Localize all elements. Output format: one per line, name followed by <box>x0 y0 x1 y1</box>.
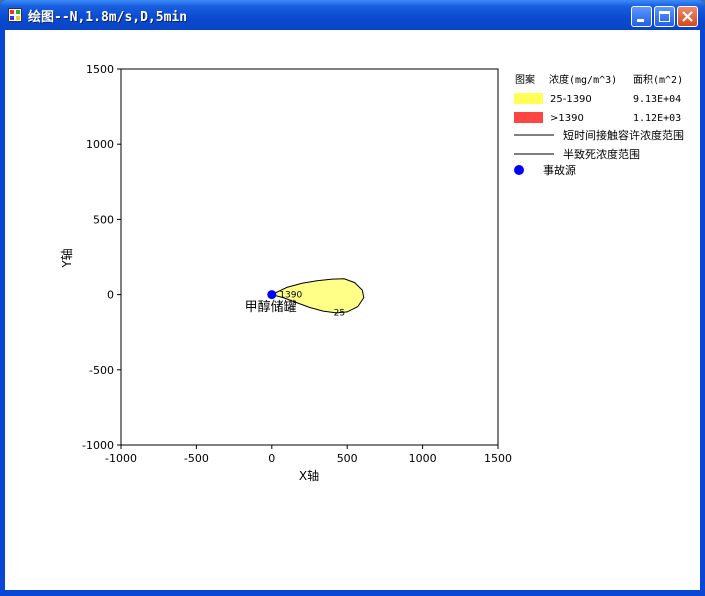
maximize-button[interactable] <box>654 6 675 27</box>
legend: 图案 浓度(mg/m^3) 面积(m^2) 25-1390 9.13E+04 >… <box>514 73 684 177</box>
legend-swatch-yellow <box>514 93 543 104</box>
legend-header-symbol: 图案 <box>515 73 535 86</box>
close-button[interactable] <box>677 6 698 27</box>
x-axis-label: X轴 <box>299 468 319 483</box>
contour-label-1390: 1390 <box>279 291 302 301</box>
x-axis-ticks: -1000 -500 0 500 1000 1500 <box>105 445 512 465</box>
plot-canvas: 1390 25 甲醇储罐 -1000 -500 0 500 1000 1500 15001… <box>59 63 684 483</box>
x-tick-label: 1000 <box>409 452 437 465</box>
close-icon <box>682 11 693 22</box>
legend-row-2-area: 1.12E+03 <box>633 113 681 124</box>
legend-line-1-label: 短时间接触容许浓度范围 <box>563 128 684 142</box>
legend-source-label: 事故源 <box>543 163 576 177</box>
y-tick-label: 1000 <box>86 138 114 151</box>
app-window-icon <box>8 8 22 22</box>
maximize-icon <box>659 11 670 22</box>
y-tick-label: -1000 <box>82 439 114 452</box>
x-tick-label: 500 <box>337 452 358 465</box>
legend-header-conc: 浓度(mg/m^3) <box>549 73 617 86</box>
x-tick-label: -1000 <box>105 452 137 465</box>
y-tick-label: 0 <box>107 289 114 302</box>
minimize-icon <box>637 19 644 22</box>
y-axis-ticks: 1500 1000 500 0 -500 -1000 <box>82 63 121 452</box>
client-area: 1390 25 甲醇储罐 -1000 -500 0 500 1000 1500 1500 1… <box>5 30 700 590</box>
legend-row-2-label: >1390 <box>550 113 584 124</box>
legend-row-1-label: 25-1390 <box>550 94 592 105</box>
x-tick-label: -500 <box>184 452 209 465</box>
y-axis-label: Y轴 <box>59 248 74 268</box>
window-bottom-border <box>0 590 705 596</box>
filled-circle-icon <box>514 165 524 175</box>
legend-line-2-label: 半致死浓度范围 <box>563 147 640 161</box>
window-title: 绘图--N,1.8m/s,D,5min <box>28 10 188 25</box>
source-marker <box>267 290 277 300</box>
app-window: 绘图--N,1.8m/s,D,5min 1390 25 甲醇储罐 -1000 -… <box>0 0 705 596</box>
plot-frame <box>120 68 499 446</box>
minimize-button[interactable] <box>631 6 652 27</box>
y-tick-label: 500 <box>93 213 114 226</box>
legend-row-1-area: 9.13E+04 <box>633 94 681 105</box>
y-tick-label: -500 <box>89 364 114 377</box>
y-tick-label: 1500 <box>86 63 114 76</box>
title-bar[interactable]: 绘图--N,1.8m/s,D,5min <box>0 0 705 30</box>
source-label: 甲醇储罐 <box>245 299 297 315</box>
x-tick-label: 1500 <box>484 452 512 465</box>
legend-swatch-red <box>514 112 543 123</box>
legend-header-area: 面积(m^2) <box>633 74 683 86</box>
contour-label-25: 25 <box>334 309 345 319</box>
x-tick-label: 0 <box>268 452 275 465</box>
